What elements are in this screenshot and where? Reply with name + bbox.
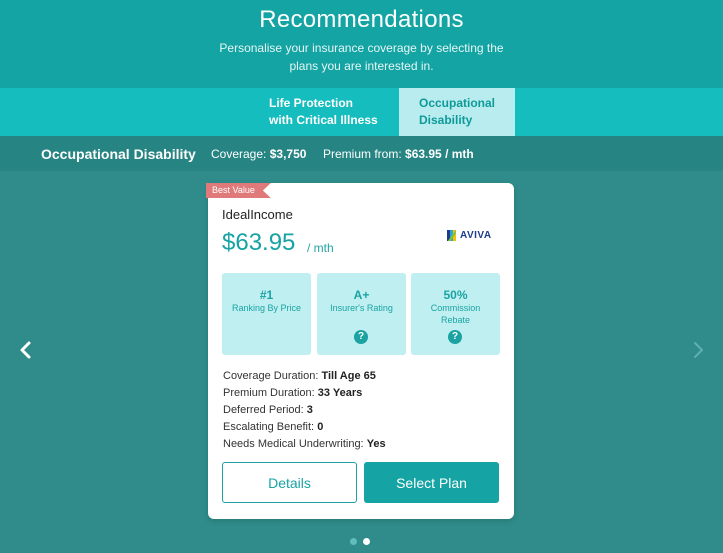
page-subtitle: Personalise your insurance coverage by s… [219,41,504,73]
carousel-pagination [350,538,370,545]
detail-value: Yes [366,438,386,450]
stat-ranking: #1 Ranking By Price [222,273,311,355]
price-unit: / mth [307,241,334,255]
next-arrow-icon[interactable] [689,338,707,362]
detail-value: Till Age 65 [321,370,376,382]
page-title: Recommendations [259,6,464,33]
stat-label: Ranking By Price [231,303,302,313]
tab-occupational-disability[interactable]: Occupational Disability [399,88,515,136]
detail-value: 3 [306,404,313,416]
tab-life-protection[interactable]: Life Protection with Critical Illness [258,88,388,136]
product-name: IdealIncome [222,207,293,222]
pagination-dot-active[interactable] [363,538,370,545]
summary-coverage-value: $3,750 [269,146,307,161]
detail-label: Coverage Duration: [223,370,319,382]
stat-value: #1 [259,288,274,302]
plan-details-list: Coverage Duration: Till Age 65 Premium D… [223,368,386,453]
tab-label-line1: Occupational [419,96,496,110]
summary-coverage: Coverage: $3,750 [211,147,306,161]
stat-value: A+ [353,288,370,302]
detail-row: Needs Medical Underwriting: Yes [223,436,386,453]
tab-label-line2: with Critical Illness [269,113,378,127]
details-button[interactable]: Details [222,462,357,503]
stat-insurer-rating: A+ Insurer's Rating ? [317,273,406,355]
tab-label-line2: Disability [419,113,473,127]
detail-row: Escalating Benefit: 0 [223,419,386,436]
detail-label: Escalating Benefit: [223,421,315,433]
detail-label: Needs Medical Underwriting: [223,438,364,450]
stat-label: Commission Rebate [430,303,481,325]
best-value-badge: Best Value [206,183,271,198]
detail-row: Coverage Duration: Till Age 65 [223,368,386,385]
help-icon[interactable]: ? [448,330,462,344]
plan-summary-bar: Occupational Disability Coverage: $3,750… [0,136,723,171]
detail-value: 33 Years [317,387,363,399]
stat-label: Insurer's Rating [330,303,393,313]
detail-label: Premium Duration: [223,387,315,399]
stat-commission-rebate: 50% Commission Rebate ? [411,273,500,355]
plan-type-tabs: Life Protection with Critical Illness Oc… [0,88,723,136]
detail-row: Deferred Period: 3 [223,402,386,419]
summary-premium-value: $63.95 / mth [405,146,474,161]
previous-arrow-icon[interactable] [17,338,35,362]
detail-row: Premium Duration: 33 Years [223,385,386,402]
summary-premium: Premium from: $63.95 / mth [323,147,474,161]
summary-plan-name: Occupational Disability [41,145,196,162]
plan-price: $63.95 [222,229,296,256]
page-header: Recommendations Personalise your insuran… [0,0,723,88]
detail-value: 0 [317,421,324,433]
tab-label-line1: Life Protection [269,96,354,110]
help-icon[interactable]: ? [354,330,368,344]
select-plan-button[interactable]: Select Plan [364,462,499,503]
stat-value: 50% [443,288,468,302]
insurer-logo-text: AVIVA [460,229,492,241]
detail-label: Deferred Period: [223,404,304,416]
insurer-logo: AVIVA [447,229,492,241]
aviva-logo-icon [447,229,456,241]
summary-coverage-label: Coverage: [211,146,267,161]
summary-premium-label: Premium from: [323,146,402,161]
pagination-dot[interactable] [350,538,357,545]
